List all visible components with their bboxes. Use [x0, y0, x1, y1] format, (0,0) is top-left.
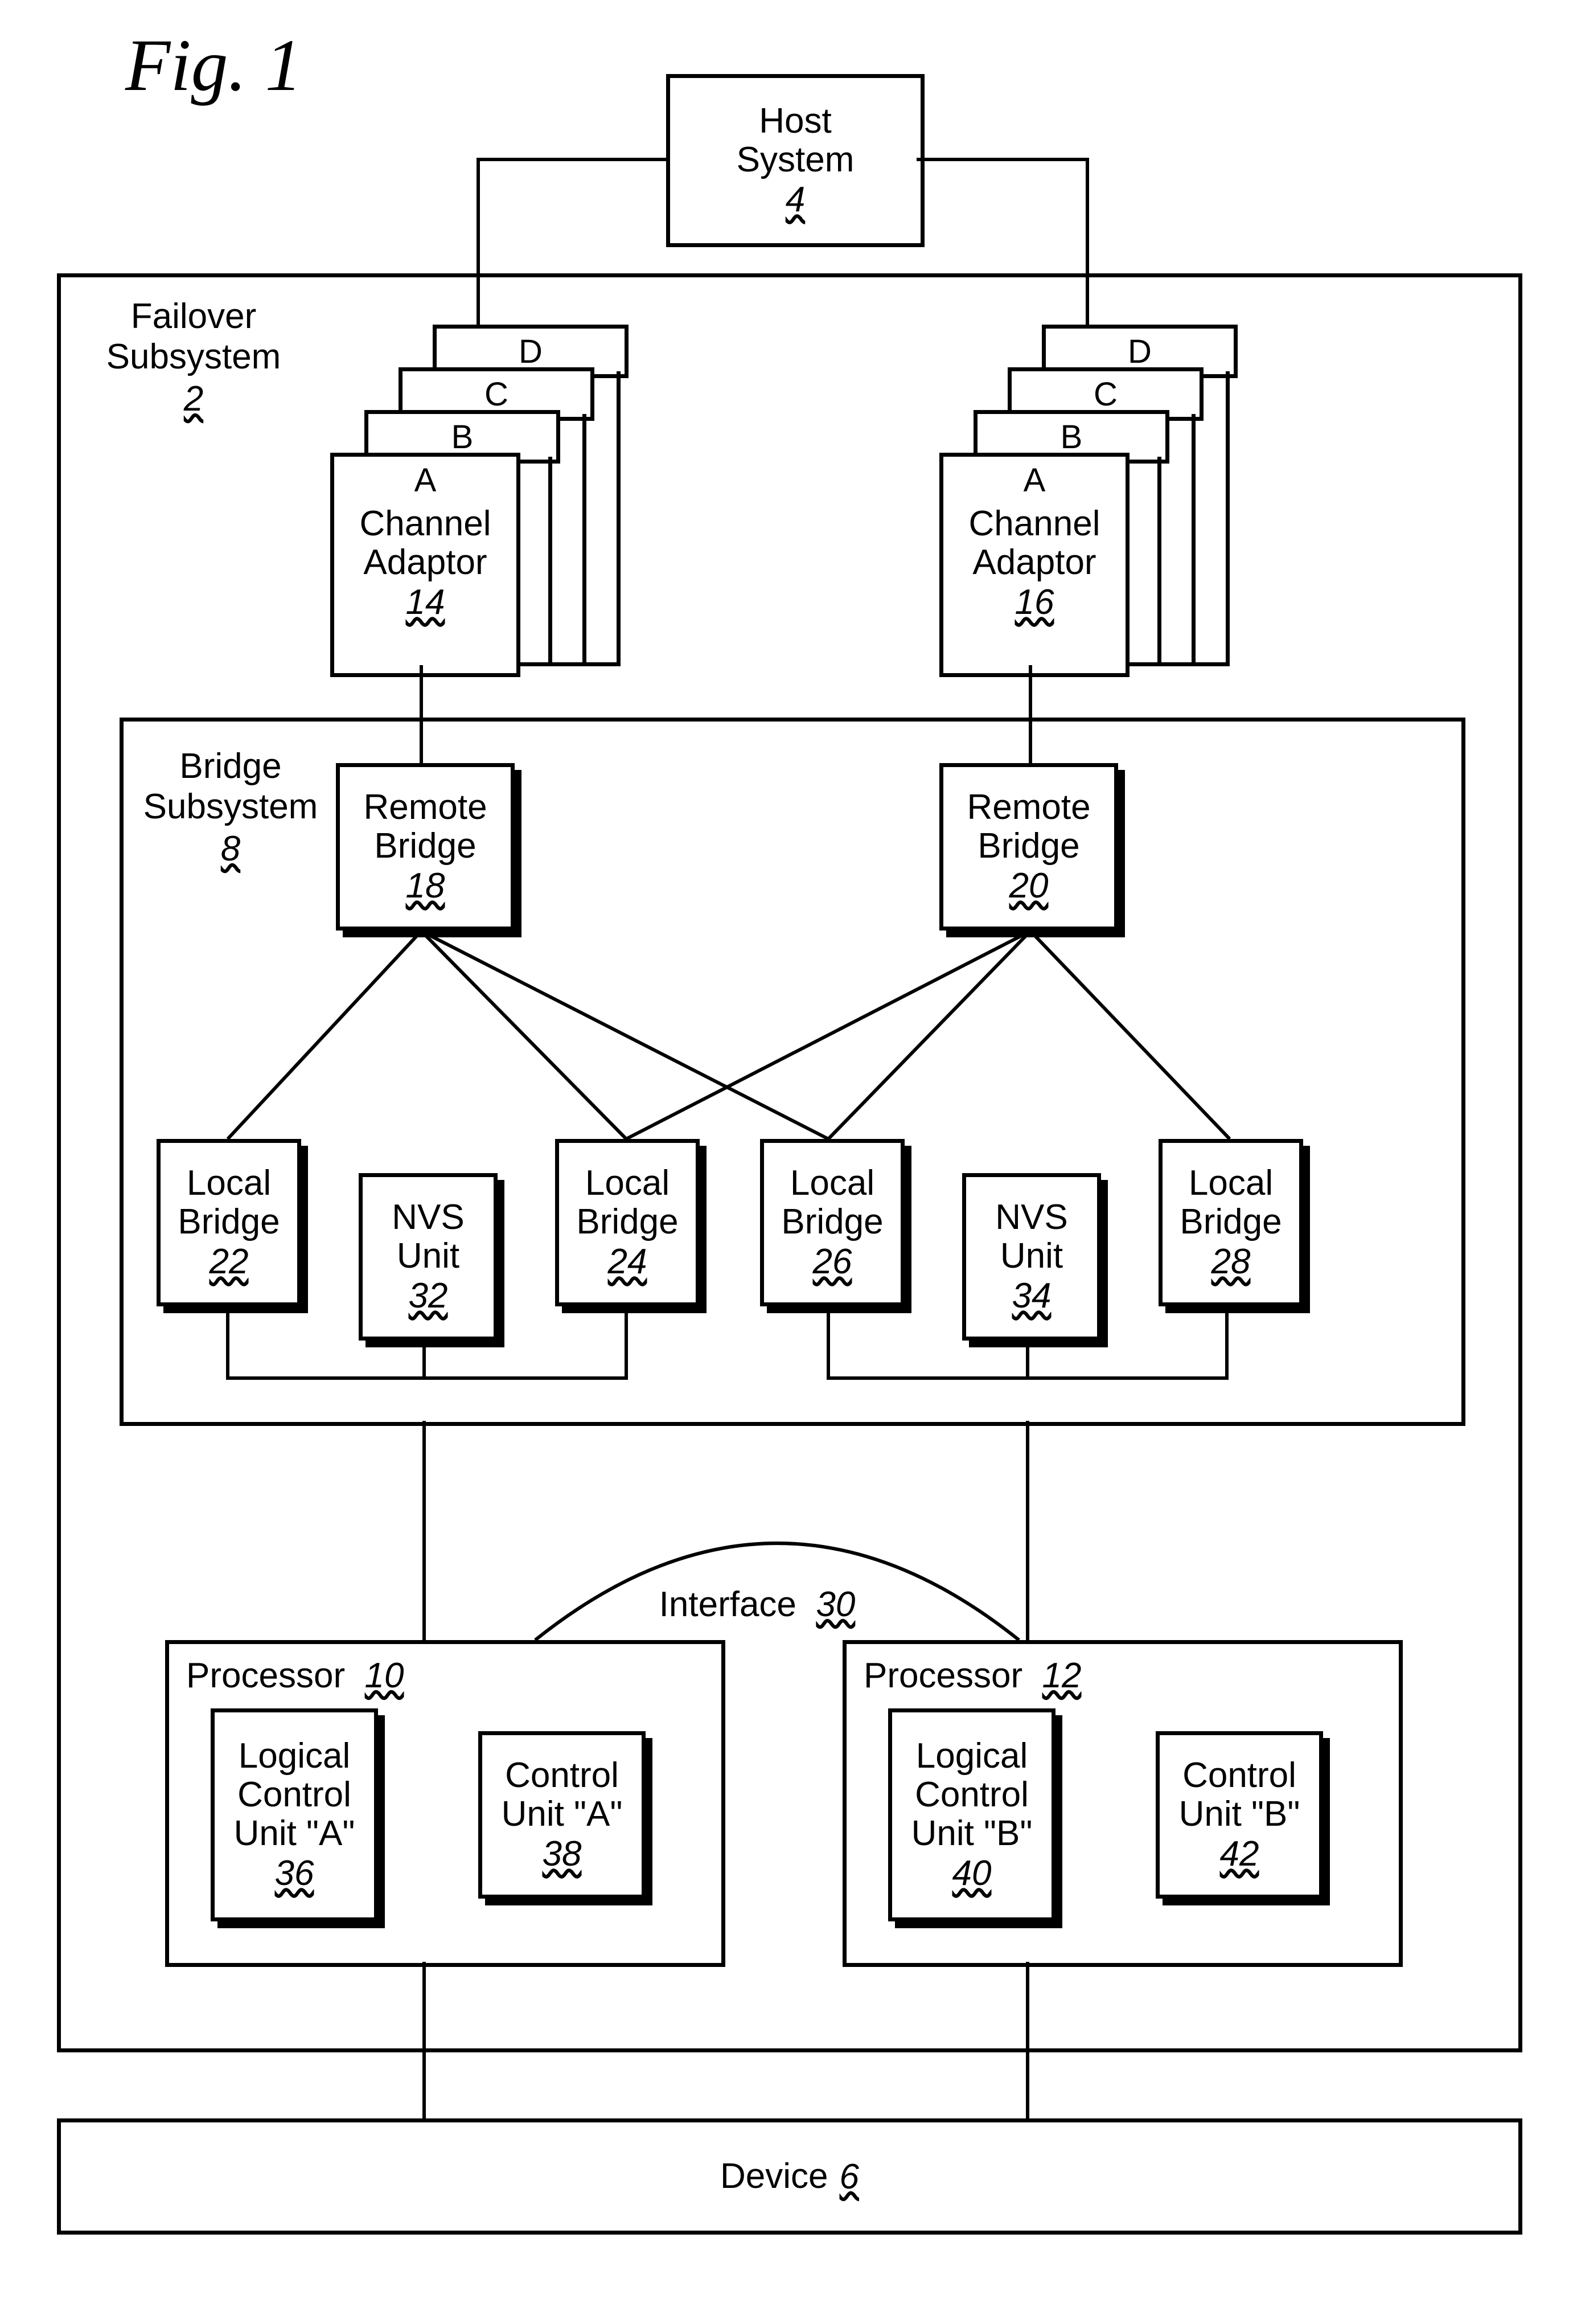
device-title: Device: [720, 2157, 828, 2196]
adapter-right-c-tail: [1192, 414, 1196, 666]
bridge-label: Bridge Subsystem 8: [142, 746, 319, 869]
adapter-right-b-tail: [1157, 457, 1161, 666]
remote-bridge-right: Remote Bridge 20: [939, 763, 1118, 931]
adapter-right-bottom: [1127, 662, 1230, 666]
rb-l-t2: Bridge: [374, 827, 476, 866]
cu-b: Control Unit "B" 42: [1156, 1731, 1323, 1899]
adapter-right-a: A Channel Adaptor 16: [939, 453, 1130, 677]
host-t2: System: [737, 141, 855, 179]
local-bridge-26: Local Bridge 26: [760, 1139, 905, 1306]
local-bridge-22: Local Bridge 22: [157, 1139, 301, 1306]
adapter-right-ref: 16: [1015, 583, 1054, 622]
adapter-left-d-tail: [617, 371, 621, 666]
rb-l-ref: 18: [406, 867, 445, 905]
rb-r-t2: Bridge: [978, 827, 1079, 866]
rb-l-t1: Remote: [363, 788, 487, 827]
adapter-right-d-tail: [1226, 371, 1230, 666]
bridge-t1: Bridge: [142, 746, 319, 786]
adapter-left-bottom: [518, 662, 621, 666]
adapter-right-t1: Channel: [969, 505, 1100, 543]
adapter-left-t1: Channel: [360, 505, 491, 543]
adapter-left-b-tail: [548, 457, 552, 666]
adapter-right-t2: Adaptor: [972, 543, 1096, 582]
bridge-subsystem-frame: [120, 718, 1465, 1426]
failover-t2: Subsystem: [97, 337, 290, 377]
interface-label: Interface 30: [626, 1583, 888, 1625]
adapter-left-t2: Adaptor: [363, 543, 487, 582]
adapter-left-a-letter: A: [414, 462, 437, 499]
local-bridge-24: Local Bridge 24: [555, 1139, 700, 1306]
adapter-right-a-letter: A: [1024, 462, 1046, 499]
rb-r-ref: 20: [1009, 867, 1049, 905]
adapter-left-a: A Channel Adaptor 14: [330, 453, 520, 677]
cu-a: Control Unit "A" 38: [478, 1731, 646, 1899]
bridge-t2: Subsystem: [142, 786, 319, 827]
host-t1: Host: [759, 102, 831, 141]
host-ref: 4: [786, 181, 805, 219]
adapter-left-c-tail: [582, 414, 586, 666]
proc-l-ref: 10: [365, 1657, 404, 1695]
proc-r-title: Processor: [864, 1656, 1022, 1695]
local-bridge-28: Local Bridge 28: [1159, 1139, 1303, 1306]
failover-label: Failover Subsystem 2: [97, 296, 290, 419]
failover-ref: 2: [184, 379, 203, 419]
nvs-32: NVS Unit 32: [359, 1173, 498, 1341]
remote-bridge-left: Remote Bridge 18: [336, 763, 515, 931]
proc-l-title: Processor: [186, 1656, 345, 1695]
adapter-left-ref: 14: [406, 583, 445, 622]
proc-r-ref: 12: [1042, 1657, 1082, 1695]
device: Device 6: [57, 2118, 1522, 2235]
nvs-34: NVS Unit 34: [962, 1173, 1101, 1341]
lcu-a: Logical Control Unit "A" 36: [211, 1708, 378, 1921]
lcu-b: Logical Control Unit "B" 40: [888, 1708, 1055, 1921]
failover-t1: Failover: [97, 296, 290, 337]
bridge-ref: 8: [221, 829, 240, 869]
host-system: Host System 4: [666, 74, 925, 247]
device-ref: 6: [840, 2158, 859, 2196]
rb-r-t1: Remote: [967, 788, 1090, 827]
